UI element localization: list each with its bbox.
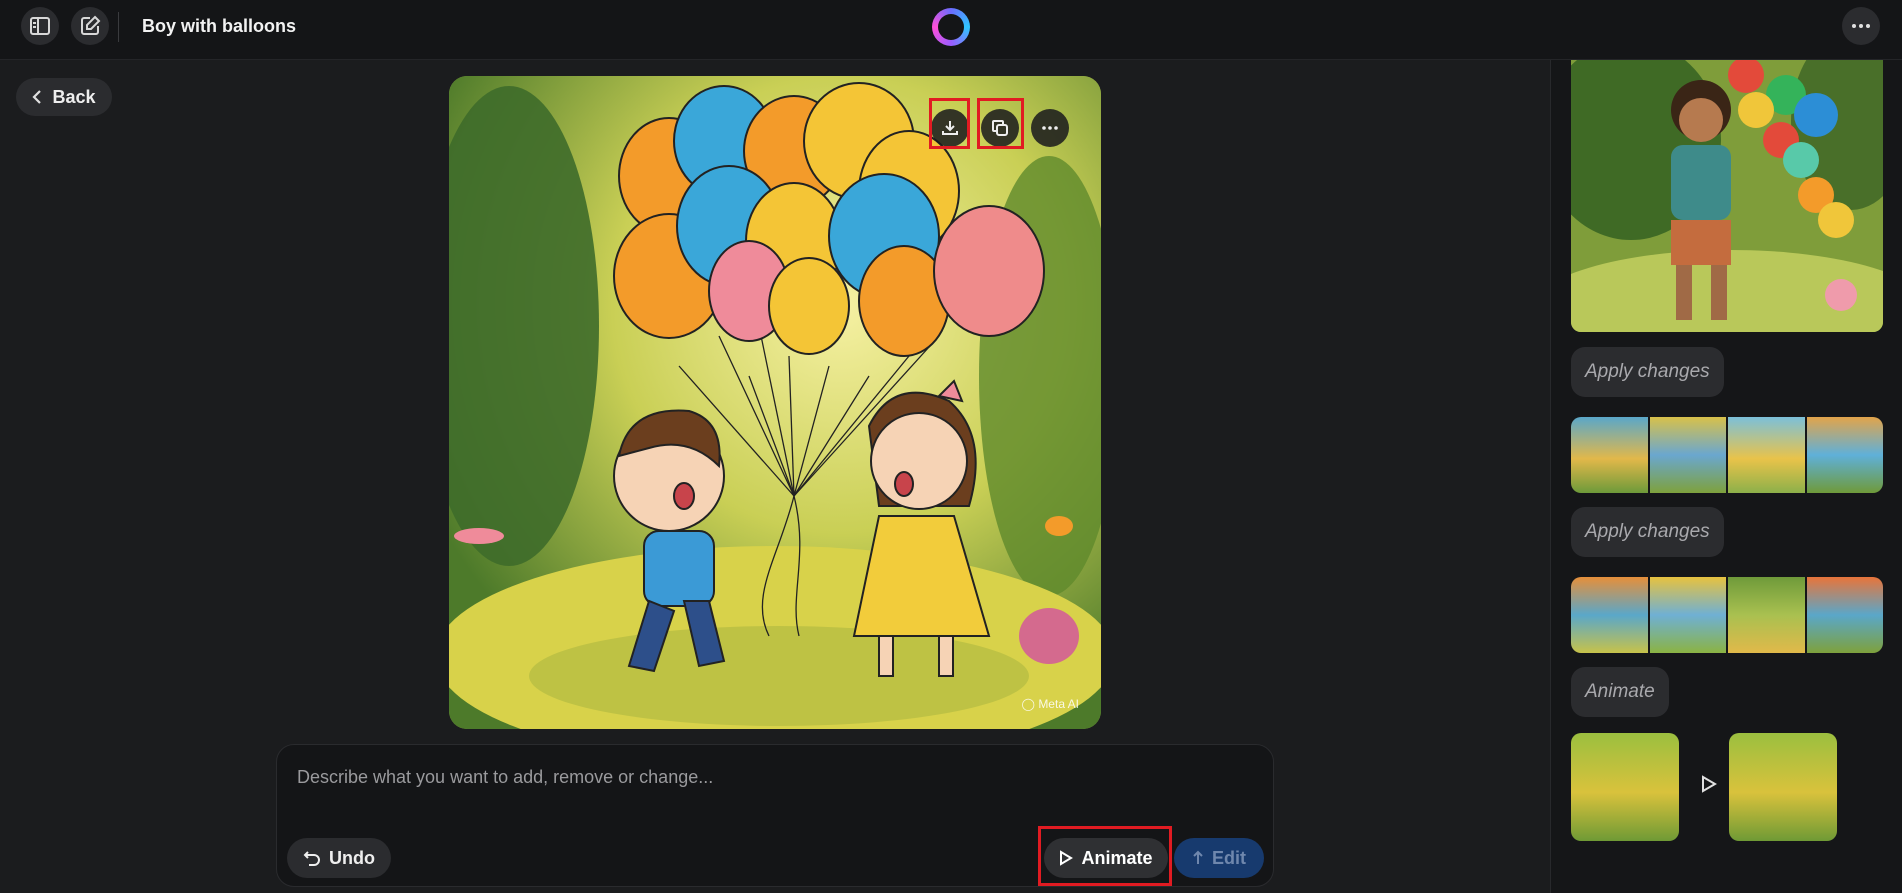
highlight-copy [977, 98, 1024, 149]
illustration [449, 76, 1101, 729]
undo-label: Undo [329, 847, 375, 868]
history-chip-animate[interactable]: Animate [1571, 667, 1669, 717]
image-more-button[interactable] [1031, 109, 1069, 147]
sidebar-toggle-button[interactable] [21, 7, 59, 45]
history-chip-apply-changes-2[interactable]: Apply changes [1571, 507, 1724, 557]
watermark: ◯ Meta AI [1021, 697, 1079, 711]
meta-ai-logo [932, 8, 970, 46]
chip-label: Animate [1585, 681, 1655, 702]
history-thumbnail[interactable] [1571, 577, 1648, 653]
undo-icon [303, 851, 320, 866]
undo-button[interactable]: Undo [287, 838, 391, 878]
chip-label: Apply changes [1585, 521, 1710, 542]
generated-image: ◯ Meta AI [449, 76, 1101, 729]
history-chip-apply-changes-1[interactable]: Apply changes [1571, 347, 1724, 397]
play-icon [1702, 775, 1717, 793]
prompt-input[interactable] [297, 767, 1197, 788]
top-bar: Boy with balloons [0, 0, 1902, 60]
more-horizontal-icon [1042, 126, 1058, 130]
compose-icon [81, 15, 101, 35]
chevron-left-icon [32, 90, 42, 104]
history-thumbnail[interactable] [1806, 417, 1883, 493]
history-thumbnail[interactable] [1649, 417, 1726, 493]
history-thumbnails-1 [1571, 417, 1883, 493]
history-sidebar: Apply changes Apply changes Animate [1550, 60, 1902, 893]
page-title: Boy with balloons [142, 16, 297, 36]
history-thumbnail[interactable] [1728, 417, 1805, 493]
chip-label: Apply changes [1585, 361, 1710, 382]
arrow-up-icon [1193, 850, 1203, 864]
history-thumbnail[interactable] [1649, 577, 1726, 653]
more-options-button[interactable] [1842, 7, 1880, 45]
history-thumbnails-2 [1571, 577, 1883, 653]
back-button[interactable]: Back [16, 78, 112, 116]
history-photo[interactable] [1571, 60, 1883, 332]
edit-button[interactable]: Edit [1174, 838, 1264, 878]
history-thumbnail[interactable] [1571, 417, 1648, 493]
watermark-label: Meta AI [1038, 697, 1079, 711]
new-chat-button[interactable] [71, 7, 109, 45]
highlight-animate [1038, 826, 1172, 886]
photo-illustration [1571, 60, 1883, 332]
history-thumbnail[interactable] [1806, 577, 1883, 653]
sidebar-icon [30, 17, 50, 35]
more-horizontal-icon [1852, 24, 1870, 28]
header-divider [118, 12, 119, 42]
edit-label: Edit [1212, 847, 1246, 868]
animation-source-thumbnail[interactable] [1571, 733, 1679, 841]
history-thumbnail[interactable] [1728, 577, 1805, 653]
animation-result-thumbnail[interactable] [1729, 733, 1837, 841]
back-label: Back [52, 86, 96, 107]
highlight-download [929, 98, 970, 149]
